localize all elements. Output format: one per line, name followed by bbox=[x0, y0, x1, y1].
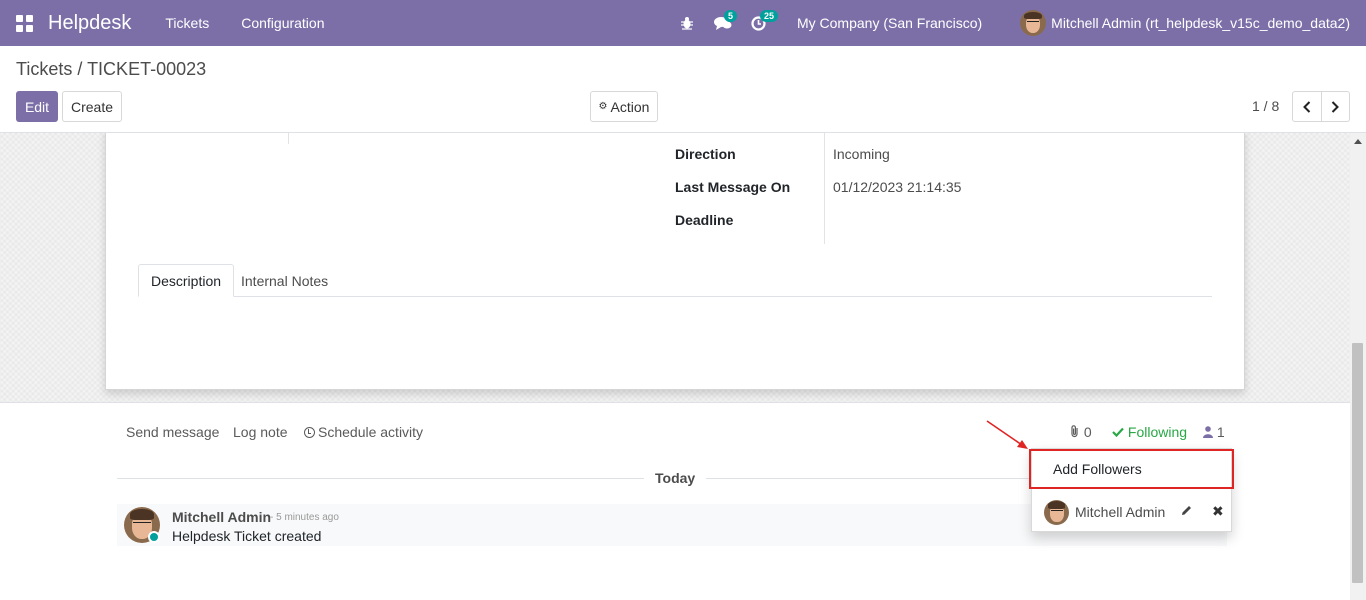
pager-previous-button[interactable] bbox=[1293, 92, 1322, 121]
chevron-left-icon bbox=[1302, 100, 1310, 113]
paperclip-icon bbox=[1071, 425, 1078, 438]
tab-internal-notes[interactable]: Internal Notes bbox=[229, 264, 340, 297]
top-navbar: Helpdesk Tickets Configuration 5 25 My C… bbox=[0, 0, 1366, 46]
followers-button[interactable]: 1 bbox=[1203, 424, 1225, 440]
following-button[interactable]: Following bbox=[1112, 424, 1187, 440]
menu-configuration[interactable]: Configuration bbox=[241, 15, 324, 31]
deadline-label: Deadline bbox=[675, 212, 734, 228]
breadcrumb: Tickets / TICKET-00023 bbox=[16, 59, 206, 80]
user-avatar[interactable] bbox=[1020, 10, 1047, 36]
breadcrumb-separator: / bbox=[77, 59, 83, 79]
follower-name[interactable]: Mitchell Admin bbox=[1075, 504, 1165, 520]
tab-description[interactable]: Description bbox=[138, 264, 235, 297]
app-brand[interactable]: Helpdesk bbox=[48, 12, 131, 35]
pager-next-button[interactable] bbox=[1322, 92, 1350, 121]
follower-item[interactable]: Mitchell Admin ✖ bbox=[1032, 497, 1233, 527]
user-icon bbox=[1203, 426, 1213, 438]
schedule-activity-label: Schedule activity bbox=[318, 424, 424, 440]
online-status-icon bbox=[148, 531, 160, 543]
log-note-button[interactable]: Log note bbox=[233, 424, 288, 440]
chevron-right-icon bbox=[1332, 100, 1340, 113]
remove-follower-icon[interactable]: ✖ bbox=[1212, 503, 1224, 520]
scroll-up-arrow-icon[interactable] bbox=[1354, 139, 1362, 144]
page-scrollbar[interactable] bbox=[1350, 133, 1366, 600]
direction-label: Direction bbox=[675, 146, 736, 162]
apps-menu-icon[interactable] bbox=[0, 0, 48, 46]
action-label: Action bbox=[610, 98, 650, 115]
pager-buttons bbox=[1292, 91, 1350, 122]
followers-count: 1 bbox=[1216, 424, 1225, 440]
add-followers-button[interactable]: Add Followers bbox=[1029, 449, 1234, 489]
gear-icon: ⚙ bbox=[598, 101, 608, 112]
company-switcher[interactable]: My Company (San Francisco) bbox=[797, 15, 982, 31]
pager-value[interactable]: 1 / 8 bbox=[1252, 98, 1279, 114]
user-menu[interactable]: Mitchell Admin (rt_helpdesk_v15c_demo_da… bbox=[1051, 15, 1350, 31]
debug-bug-icon[interactable] bbox=[671, 0, 703, 46]
send-message-button[interactable]: Send message bbox=[126, 424, 219, 440]
date-separator-label: Today bbox=[655, 470, 696, 486]
last-message-label: Last Message On bbox=[675, 179, 791, 195]
breadcrumb-tickets[interactable]: Tickets bbox=[16, 59, 72, 79]
schedule-activity-button[interactable]: Schedule activity bbox=[304, 424, 423, 440]
form-sheet: Direction Incoming Last Message On 01/12… bbox=[105, 133, 1245, 390]
message-body: Helpdesk Ticket created bbox=[172, 528, 322, 544]
notebook-tabs: Description Internal Notes bbox=[138, 264, 1212, 297]
breadcrumb-current: TICKET-00023 bbox=[87, 59, 207, 79]
attachments-count: 0 bbox=[1083, 424, 1092, 440]
messages-badge: 5 bbox=[723, 10, 737, 22]
create-button[interactable]: Create bbox=[62, 91, 122, 122]
followers-dropdown: Add Followers Mitchell Admin ✖ bbox=[1029, 448, 1234, 532]
clock-icon bbox=[304, 427, 315, 438]
follower-avatar bbox=[1044, 499, 1069, 525]
red-annotation-arrow bbox=[986, 420, 1028, 449]
control-panel: Tickets / TICKET-00023 Edit Create ⚙ Act… bbox=[0, 46, 1366, 133]
messages-icon[interactable]: 5 bbox=[707, 0, 739, 46]
form-view: Direction Incoming Last Message On 01/12… bbox=[0, 133, 1350, 403]
pencil-icon[interactable] bbox=[1180, 504, 1193, 517]
menu-tickets[interactable]: Tickets bbox=[165, 15, 209, 31]
following-label: Following bbox=[1127, 424, 1188, 440]
check-icon bbox=[1112, 427, 1124, 438]
last-message-value: 01/12/2023 21:14:35 bbox=[833, 179, 962, 195]
message-time: - 5 minutes ago bbox=[270, 512, 339, 523]
activities-clock-icon[interactable]: 25 bbox=[743, 0, 778, 46]
scrollbar-thumb[interactable] bbox=[1352, 343, 1363, 583]
message-author[interactable]: Mitchell Admin bbox=[172, 509, 271, 525]
action-button[interactable]: ⚙ Action bbox=[590, 91, 658, 122]
attachments-button[interactable]: 0 bbox=[1070, 424, 1092, 440]
activities-badge: 25 bbox=[759, 10, 778, 22]
edit-button[interactable]: Edit bbox=[16, 91, 58, 122]
direction-value: Incoming bbox=[833, 146, 890, 162]
